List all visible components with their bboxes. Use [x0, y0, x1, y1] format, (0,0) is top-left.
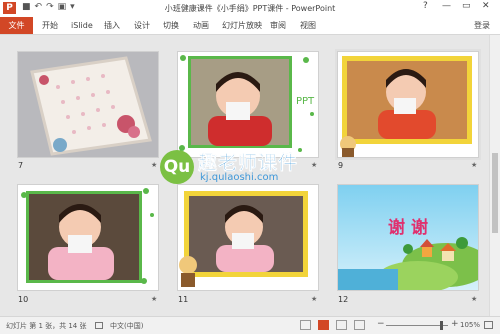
- minimize-button[interactable]: —: [442, 1, 451, 11]
- watermark-url: kj.qulaoshi.com: [200, 172, 279, 183]
- slide-thumbnail-11[interactable]: [178, 185, 318, 290]
- slide-thumbnail-10[interactable]: [18, 185, 158, 290]
- slide-count: 幻灯片 第 1 张，共 14 张: [6, 322, 87, 330]
- child-photo: [178, 185, 318, 290]
- spellcheck-icon[interactable]: [95, 322, 103, 329]
- slide-thumbnail-12[interactable]: 谢 谢: [338, 185, 478, 290]
- login-link[interactable]: 登录: [474, 17, 490, 34]
- animation-star-icon: ★: [471, 161, 478, 169]
- tab-transitions[interactable]: 切换: [163, 17, 179, 34]
- slide-sorter: 7 ★ PPT 8 ★ 9 ★: [0, 35, 489, 316]
- tab-islide[interactable]: iSlide: [71, 17, 93, 34]
- child-photo: [338, 52, 478, 157]
- zoom-level[interactable]: 105%: [460, 321, 480, 329]
- tab-file[interactable]: 文件: [0, 17, 33, 34]
- slideshow-view-button[interactable]: [354, 320, 365, 330]
- animation-star-icon: ★: [471, 295, 478, 303]
- animation-star-icon: ★: [311, 295, 318, 303]
- watermark: Qu 趣老师课件 kj.qulaoshi.com: [160, 148, 335, 188]
- slide-number: 12: [338, 295, 349, 304]
- slide-thumbnail-7[interactable]: [18, 52, 158, 157]
- child-photo: [18, 185, 158, 290]
- zoom-slider-track[interactable]: [386, 325, 448, 326]
- close-button[interactable]: ✕: [482, 1, 490, 11]
- watermark-logo-icon: Qu: [160, 150, 194, 184]
- child-photo: PPT: [178, 52, 318, 157]
- tab-review[interactable]: 审阅: [270, 17, 286, 34]
- title-bar: P ■↶↷▣▾ 小班健康课件《小手绢》PPT课件 - PowerPoint ? …: [0, 0, 500, 17]
- handkerchief-image: [18, 52, 158, 157]
- animation-star-icon: ★: [151, 161, 158, 169]
- svg-text:PPT: PPT: [296, 96, 315, 107]
- tab-animations[interactable]: 动画: [193, 17, 209, 34]
- normal-view-button[interactable]: [300, 320, 311, 330]
- ribbon-tabs: 文件 开始 iSlide 插入 设计 切换 动画 幻灯片放映 审阅 视图 登录: [0, 17, 500, 35]
- slide-number: 7: [18, 161, 24, 170]
- reading-view-button[interactable]: [336, 320, 347, 330]
- zoom-in-button[interactable]: +: [451, 319, 459, 329]
- slide-number: 10: [18, 295, 29, 304]
- tab-home[interactable]: 开始: [42, 17, 58, 34]
- fit-to-window-icon[interactable]: [484, 321, 493, 329]
- zoom-slider-thumb[interactable]: [440, 321, 443, 330]
- tab-slideshow[interactable]: 幻灯片放映: [222, 17, 262, 34]
- help-icon[interactable]: ?: [423, 1, 428, 11]
- vertical-scrollbar[interactable]: [489, 35, 500, 316]
- slide-sorter-view-button[interactable]: [318, 320, 329, 330]
- zoom-out-button[interactable]: −: [377, 319, 385, 329]
- language-status[interactable]: 中文(中国): [110, 321, 143, 331]
- tab-design[interactable]: 设计: [134, 17, 150, 34]
- restore-button[interactable]: ▭: [462, 1, 471, 11]
- slide-number: 11: [178, 295, 189, 304]
- animation-star-icon: ★: [151, 295, 158, 303]
- slide-thumbnail-9[interactable]: [338, 52, 478, 157]
- tab-view[interactable]: 视图: [300, 17, 316, 34]
- tab-insert[interactable]: 插入: [104, 17, 120, 34]
- status-bar: 幻灯片 第 1 张，共 14 张 中文(中国) − + 105%: [0, 316, 500, 334]
- slide-thumbnail-8[interactable]: PPT: [178, 52, 318, 157]
- thank-you-text: 谢 谢: [388, 218, 428, 238]
- scrollbar-thumb[interactable]: [492, 153, 498, 233]
- slide-number: 9: [338, 161, 344, 170]
- watermark-name: 趣老师课件: [198, 152, 299, 174]
